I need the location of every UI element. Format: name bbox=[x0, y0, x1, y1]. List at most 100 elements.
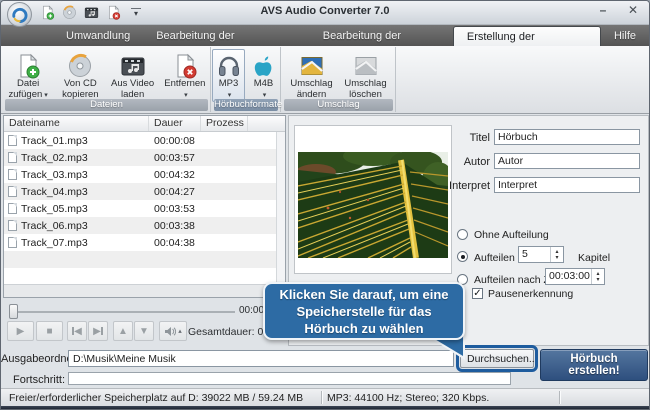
seek-handle[interactable] bbox=[9, 304, 18, 319]
pause-detection-checkbox[interactable]: ✓ bbox=[472, 288, 483, 299]
author-label: Autor bbox=[410, 156, 490, 168]
time-stepper[interactable]: 00:03:00 ▴▾ bbox=[545, 268, 605, 285]
next-button[interactable]: ▶ bbox=[88, 321, 108, 341]
title-input[interactable] bbox=[494, 129, 640, 145]
pause-detection-label[interactable]: Pausenerkennung bbox=[488, 288, 573, 300]
total-duration-label: Gesamtdauer: bbox=[188, 326, 255, 338]
progress-bar bbox=[68, 372, 511, 385]
time-value[interactable]: 00:03:00 bbox=[546, 269, 591, 284]
tab-namen-tags[interactable]: Bearbeitung der Namen/Tags bbox=[143, 26, 310, 46]
move-up-icon: ▲ bbox=[118, 326, 128, 337]
headphones-icon bbox=[216, 52, 242, 79]
stop-icon: ■ bbox=[46, 326, 52, 337]
status-format-info: MP3: 44100 Hz; Stereo; 320 Kbps. bbox=[327, 392, 489, 404]
close-button[interactable]: ✕ bbox=[625, 3, 641, 17]
play-icon: ▶ bbox=[17, 326, 25, 337]
radio-no-split[interactable] bbox=[457, 229, 468, 240]
check-icon: ✓ bbox=[473, 288, 481, 299]
file-icon bbox=[8, 203, 17, 214]
create-audiobook-button[interactable]: Hörbuch erstellen! bbox=[540, 349, 648, 381]
previous-button[interactable]: ◀ bbox=[67, 321, 87, 341]
picture-icon bbox=[299, 52, 325, 79]
author-input[interactable] bbox=[494, 153, 640, 169]
video-icon bbox=[120, 52, 146, 79]
app-window: ▾ AVS Audio Converter 7.0 – ✕ Umwandlung… bbox=[0, 0, 650, 410]
remove-file-button[interactable]: Entfernen ▾ bbox=[160, 49, 210, 102]
spin-down-icon: ▾ bbox=[555, 255, 558, 261]
change-cover-button[interactable]: Umschlag ändern bbox=[286, 49, 338, 101]
horizontal-scrollbar[interactable] bbox=[4, 284, 285, 297]
tab-hoerbuecher[interactable]: Erstellung der Hörbücher bbox=[453, 26, 601, 46]
tab-hilfe[interactable]: Hilfe bbox=[601, 26, 649, 46]
progress-label: Fortschritt: bbox=[1, 374, 65, 386]
chapters-value[interactable]: 5 bbox=[519, 247, 550, 262]
from-video-button[interactable]: Aus Video laden bbox=[108, 49, 158, 102]
logo-swirl-icon bbox=[10, 5, 29, 24]
seek-bar[interactable] bbox=[11, 311, 235, 313]
move-down-icon: ▼ bbox=[139, 326, 149, 337]
browse-button[interactable]: Durchsuchen... bbox=[460, 349, 534, 368]
artist-label: Interpret bbox=[410, 180, 490, 192]
column-header-prozess[interactable]: Prozess bbox=[201, 116, 248, 131]
table-row[interactable]: Track_02.mp3 00:03:57 bbox=[4, 149, 285, 166]
empty-row bbox=[4, 251, 285, 268]
chapters-stepper[interactable]: 5 ▴▾ bbox=[518, 246, 564, 263]
status-disk-space: Freier/erforderlicher Speicherplatz auf … bbox=[9, 392, 303, 404]
stop-button[interactable]: ■ bbox=[36, 321, 63, 341]
minimize-button[interactable]: – bbox=[595, 3, 611, 17]
elapsed-time: 00:00 bbox=[239, 305, 264, 316]
volume-popup-icon: ▴ bbox=[178, 327, 182, 335]
group-caption-umschlag: Umschlag bbox=[284, 99, 393, 111]
tab-dateien[interactable]: Bearbeitung der Dateien bbox=[310, 26, 453, 46]
file-icon bbox=[8, 152, 17, 163]
table-row[interactable]: Track_01.mp3 00:00:08 bbox=[4, 132, 285, 149]
dropdown-arrow-icon: ▾ bbox=[263, 92, 267, 99]
apple-icon bbox=[251, 52, 277, 79]
empty-row bbox=[4, 268, 285, 285]
title-bar: ▾ AVS Audio Converter 7.0 – ✕ bbox=[1, 1, 649, 25]
ribbon: Datei zufügen▾ Von CD kopieren Aus Video… bbox=[1, 46, 649, 114]
output-folder-input[interactable] bbox=[68, 350, 454, 367]
volume-button[interactable]: ▴ bbox=[159, 321, 187, 341]
dropdown-arrow-icon: ▾ bbox=[228, 92, 232, 99]
title-label: Titel bbox=[410, 132, 490, 144]
file-icon bbox=[8, 169, 17, 180]
add-file-icon bbox=[15, 52, 41, 79]
table-row[interactable]: Track_06.mp3 00:03:38 bbox=[4, 217, 285, 234]
group-caption-hoerbuchformate: Hörbuchformate bbox=[214, 99, 278, 111]
radio-split-chapters[interactable] bbox=[457, 251, 468, 262]
spin-down-icon: ▾ bbox=[596, 277, 599, 283]
ribbon-group-hoerbuchformate: MP3 ▾ M4B ▾ Hörbuchformate bbox=[212, 47, 281, 112]
tab-umwandlung[interactable]: Umwandlung bbox=[53, 26, 143, 46]
ribbon-group-umschlag: Umschlag ändern Umschlag löschen Umschla… bbox=[282, 47, 396, 112]
app-logo-icon[interactable] bbox=[7, 2, 32, 27]
file-icon bbox=[8, 186, 17, 197]
dropdown-arrow-icon: ▾ bbox=[44, 92, 48, 99]
add-file-button[interactable]: Datei zufügen▾ bbox=[3, 49, 53, 102]
column-header-dauer[interactable]: Dauer bbox=[149, 116, 201, 131]
rip-cd-button[interactable]: Von CD kopieren bbox=[55, 49, 105, 102]
radio-no-split-label[interactable]: Ohne Aufteilung bbox=[474, 229, 549, 241]
format-mp3-button[interactable]: MP3 ▾ bbox=[212, 49, 245, 102]
output-folder-label: Ausgabeordner: bbox=[1, 353, 65, 365]
table-row[interactable]: Track_04.mp3 00:04:27 bbox=[4, 183, 285, 200]
remove-file-icon bbox=[172, 52, 198, 79]
ribbon-group-dateien: Datei zufügen▾ Von CD kopieren Aus Video… bbox=[3, 47, 211, 112]
file-icon bbox=[8, 135, 17, 146]
table-row[interactable]: Track_07.mp3 00:04:38 bbox=[4, 234, 285, 251]
vertical-scrollbar[interactable] bbox=[276, 132, 285, 284]
artist-input[interactable] bbox=[494, 177, 640, 193]
next-icon bbox=[101, 327, 103, 335]
ribbon-tab-bar: Umwandlung Bearbeitung der Namen/Tags Be… bbox=[1, 25, 649, 46]
table-row[interactable]: Track_03.mp3 00:04:32 bbox=[4, 166, 285, 183]
file-icon bbox=[8, 237, 17, 248]
format-m4b-button[interactable]: M4B ▾ bbox=[247, 49, 280, 102]
move-up-button[interactable]: ▲ bbox=[113, 321, 133, 341]
file-list-header: Dateiname Dauer Prozess bbox=[4, 116, 285, 132]
move-down-button[interactable]: ▼ bbox=[134, 321, 154, 341]
play-button[interactable]: ▶ bbox=[7, 321, 34, 341]
file-list: Dateiname Dauer Prozess Track_01.mp3 00:… bbox=[3, 115, 286, 298]
delete-cover-button[interactable]: Umschlag löschen bbox=[340, 49, 392, 101]
column-header-dateiname[interactable]: Dateiname bbox=[4, 116, 149, 131]
table-row[interactable]: Track_05.mp3 00:03:53 bbox=[4, 200, 285, 217]
